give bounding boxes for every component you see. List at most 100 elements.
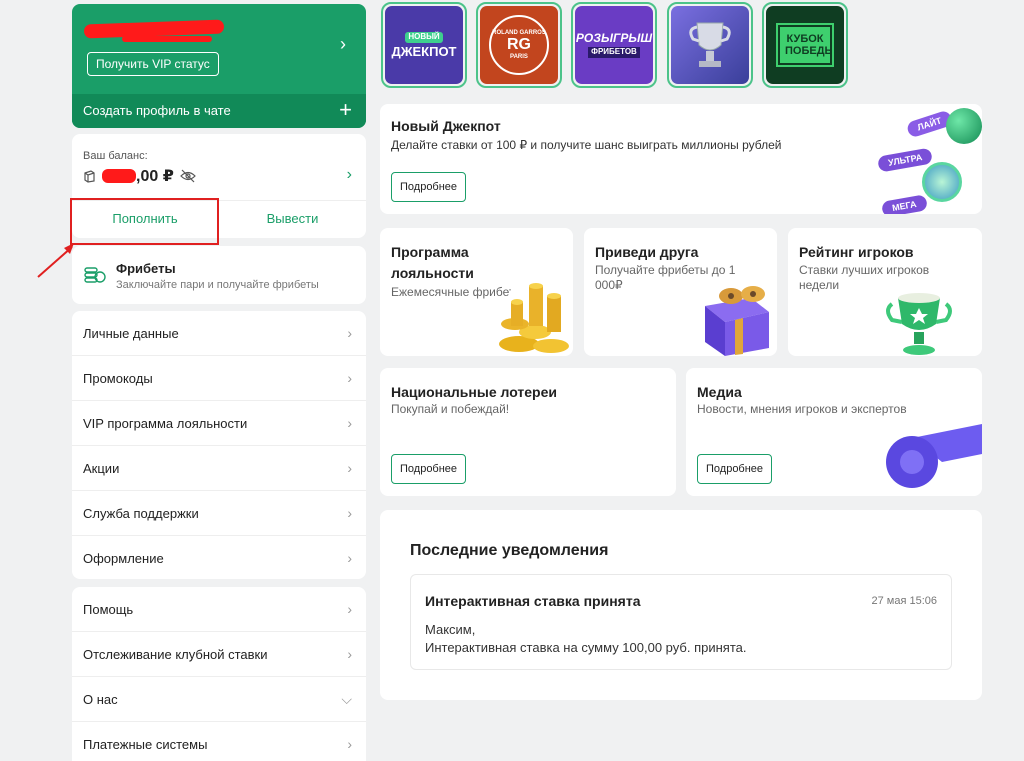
balance-label: Ваш баланс: bbox=[83, 150, 148, 162]
whistle-icon bbox=[886, 424, 982, 488]
promo-title: Рейтинг игроков bbox=[799, 244, 914, 260]
jackpot-card[interactable]: Новый Джекпот Делайте ставки от 100 ₽ и … bbox=[380, 104, 982, 214]
notification-title: Интерактивная ставка принята bbox=[425, 593, 641, 609]
banner-label: RG bbox=[507, 36, 531, 54]
promo-subtitle: Ставки лучших игроков недели bbox=[799, 263, 930, 292]
banner-label: ДЖЕКПОТ bbox=[391, 44, 457, 60]
chevron-right-icon: › bbox=[347, 550, 352, 566]
menu-item-appearance[interactable]: Оформление › bbox=[72, 536, 366, 579]
balance-amount-text: ,00 ₽ bbox=[136, 168, 174, 185]
menu-item-label: Личные данные bbox=[83, 326, 179, 341]
menu-item-label: Оформление bbox=[83, 551, 164, 566]
chevron-right-icon: › bbox=[347, 370, 352, 386]
green-ball-icon bbox=[946, 108, 982, 144]
plus-icon[interactable]: + bbox=[339, 94, 352, 126]
notification-item[interactable]: Интерактивная ставка принята 27 мая 15:0… bbox=[410, 574, 952, 670]
banner-trophy[interactable] bbox=[667, 2, 753, 88]
menu-item-personal-data[interactable]: Личные данные › bbox=[72, 311, 366, 356]
promo-card-loyalty[interactable]: Программа лояльности Ежемесячные фрибеты bbox=[380, 228, 573, 356]
menu-item-promotions[interactable]: Акции › bbox=[72, 446, 366, 491]
menu-item-label: Служба поддержки bbox=[83, 506, 199, 521]
menu-item-label: VIP программа лояльности bbox=[83, 416, 248, 431]
redacted-balance bbox=[102, 169, 136, 183]
chevron-right-icon: › bbox=[347, 325, 352, 341]
menu-item-help[interactable]: Помощь › bbox=[72, 587, 366, 632]
balance-amount: ,00 ₽ bbox=[83, 166, 196, 186]
banner-label-bottom: PARIS bbox=[510, 53, 528, 60]
tag-ultra: УЛЬТРА bbox=[876, 147, 933, 173]
banner-freebet-draw[interactable]: РОЗЫГРЫШ ФРИБЕТОВ bbox=[571, 2, 657, 88]
account-menu: Личные данные › Промокоды › VIP программа … bbox=[72, 311, 366, 579]
media-title: Медиа bbox=[697, 384, 742, 400]
banner-roland-garros[interactable]: ROLAND GARROS RG PARIS bbox=[476, 2, 562, 88]
chevron-right-icon: › bbox=[347, 505, 352, 521]
notification-time: 27 мая 15:06 bbox=[871, 595, 937, 607]
notification-body: Максим, Интерактивная ставка на сумму 10… bbox=[425, 621, 746, 657]
banner-label-top: НОВЫЙ bbox=[405, 32, 443, 44]
menu-item-label: Промокоды bbox=[83, 371, 153, 386]
tag-mega: МЕГА bbox=[881, 194, 929, 214]
freebets-subtitle: Заключайте пари и получайте фрибеты bbox=[116, 279, 319, 291]
promo-card-refer-friend[interactable]: Приведи друга Получайте фрибеты до 1 000… bbox=[584, 228, 777, 356]
banner-victory-cup[interactable]: КУБОК ПОБЕДЫ bbox=[762, 2, 848, 88]
info-menu: Помощь › Отслеживание клубной ставки › О н… bbox=[72, 587, 366, 761]
banner-new-jackpot[interactable]: НОВЫЙ ДЖЕКПОТ bbox=[381, 2, 467, 88]
lottery-title: Национальные лотереи bbox=[391, 384, 557, 400]
menu-item-club-bet-tracking[interactable]: Отслеживание клубной ставки › bbox=[72, 632, 366, 677]
promo-card-media[interactable]: Медиа Новости, мнения игроков и эксперто… bbox=[686, 368, 982, 496]
chevron-right-icon: › bbox=[347, 415, 352, 431]
gold-coins-icon bbox=[499, 283, 569, 353]
menu-item-promocodes[interactable]: Промокоды › bbox=[72, 356, 366, 401]
menu-item-label: О нас bbox=[83, 692, 118, 707]
balance-chevron-icon[interactable]: › bbox=[347, 166, 352, 184]
freebets-card[interactable]: Фрибеты Заключайте пари и получайте фриб… bbox=[72, 246, 366, 304]
get-vip-button[interactable]: Получить VIP статус bbox=[87, 52, 219, 76]
banner-label: КУБОК ПОБЕДЫ bbox=[776, 22, 835, 68]
media-subtitle: Новости, мнения игроков и экспертов bbox=[697, 402, 907, 416]
coins-icon bbox=[84, 267, 106, 283]
roland-garros-logo: ROLAND GARROS RG PARIS bbox=[489, 15, 549, 75]
redacted-name-underline bbox=[122, 36, 212, 42]
wallet-icon bbox=[84, 169, 95, 183]
chevron-right-icon: › bbox=[347, 601, 352, 617]
lottery-more-button[interactable]: Подробнее bbox=[391, 454, 467, 484]
media-more-button[interactable]: Подробнее bbox=[697, 454, 773, 484]
promo-title: Приведи друга bbox=[595, 244, 699, 260]
menu-item-payment-systems[interactable]: Платежные системы › bbox=[72, 722, 366, 761]
banner-label: РОЗЫГРЫШ bbox=[575, 31, 653, 45]
chevron-right-icon: › bbox=[347, 646, 352, 662]
eye-hidden-icon[interactable] bbox=[179, 169, 196, 183]
withdraw-button[interactable]: Вывести bbox=[219, 200, 366, 238]
freebets-title: Фрибеты bbox=[116, 261, 176, 276]
notification-line-1: Максим, bbox=[425, 622, 476, 637]
banner-label-bottom: ФРИБЕТОВ bbox=[588, 47, 640, 58]
promo-card-player-rating[interactable]: Рейтинг игроков Ставки лучших игроков не… bbox=[788, 228, 982, 356]
profile-card[interactable]: Получить VIP статус › Создать профиль в … bbox=[72, 4, 366, 128]
menu-item-vip-program[interactable]: VIP программа лояльности › bbox=[72, 401, 366, 446]
notification-line-2: Интерактивная ставка на сумму 100,00 руб… bbox=[425, 640, 747, 655]
jackpot-subtitle: Делайте ставки от 100 ₽ и получите шанс … bbox=[391, 138, 782, 152]
promo-card-lotteries[interactable]: Национальные лотереи Покупай и побеждай!… bbox=[380, 368, 676, 496]
jackpot-illustration: ЛАЙТ УЛЬТРА МЕГА bbox=[872, 104, 982, 214]
menu-item-about[interactable]: О нас ⌵ bbox=[72, 677, 366, 722]
trophy-icon bbox=[689, 22, 731, 67]
menu-item-label: Платежные системы bbox=[83, 737, 208, 752]
green-cup-icon bbox=[886, 293, 952, 355]
menu-item-label: Отслеживание клубной ставки bbox=[83, 647, 268, 662]
jackpot-more-button[interactable]: Подробнее bbox=[391, 172, 467, 202]
chevron-right-icon[interactable]: › bbox=[340, 34, 346, 55]
menu-item-label: Акции bbox=[83, 461, 120, 476]
notifications-title: Последние уведомления bbox=[410, 542, 609, 559]
create-chat-profile[interactable]: Создать профиль в чате + bbox=[72, 94, 366, 128]
chevron-right-icon: › bbox=[347, 460, 352, 476]
notifications-panel: Последние уведомления Интерактивная став… bbox=[380, 510, 982, 700]
annotation-highlight-box bbox=[70, 198, 219, 245]
menu-item-support[interactable]: Служба поддержки › bbox=[72, 491, 366, 536]
jackpot-ball-icon bbox=[922, 162, 962, 202]
banner-label-top: ROLAND GARROS bbox=[492, 29, 546, 36]
jackpot-title: Новый Джекпот bbox=[391, 118, 501, 134]
chevron-right-icon: › bbox=[347, 736, 352, 752]
gift-box-icon bbox=[705, 286, 769, 356]
lottery-subtitle: Покупай и побеждай! bbox=[391, 402, 510, 416]
create-profile-label: Создать профиль в чате bbox=[83, 103, 231, 118]
